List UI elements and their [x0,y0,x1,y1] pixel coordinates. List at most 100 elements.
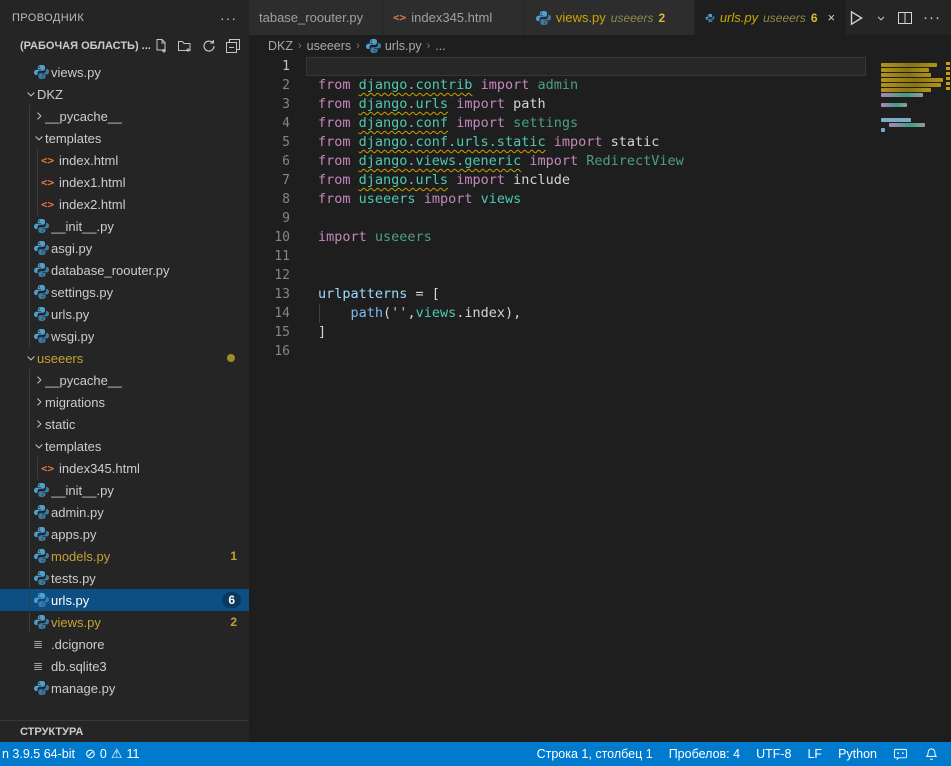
py-icon [33,482,49,498]
explorer-more-actions-icon[interactable]: ··· [220,10,237,26]
code-line-9[interactable]: 9 [249,209,951,228]
breadcrumb-item--[interactable]: ... [435,39,445,53]
line-number: 2 [249,76,290,95]
code-line-12[interactable]: 12 [249,266,951,285]
tree-item-label: static [45,417,75,432]
outline-section-header[interactable]: СТРУКТУРА [0,720,249,742]
code-token [448,115,456,131]
tree-item-label: urls.py [51,593,89,608]
overview-ruler[interactable] [945,56,951,742]
tree-item-label: database_roouter.py [51,263,170,278]
breadcrumb-separator: › [296,40,304,52]
tree-item-dkz[interactable]: DKZ [0,83,249,105]
new-folder-icon [177,38,193,54]
code-line-8[interactable]: 8from useeers import views [249,190,951,209]
code-token: import [456,96,505,112]
tree-item-wsgi-py[interactable]: wsgi.py [0,325,249,347]
code-line-10[interactable]: 10import useeers [249,228,951,247]
minimap-line [889,123,925,127]
status-eol[interactable]: LF [807,747,822,761]
tree-item-migrations[interactable]: migrations [0,391,249,413]
collapse-all-button[interactable] [225,38,241,54]
run-button[interactable] [847,9,865,27]
breadcrumb-label: urls.py [385,39,422,53]
close-icon[interactable]: × [827,10,837,25]
code-line-13[interactable]: 13urlpatterns = [ [249,285,951,304]
code-line-15[interactable]: 15] [249,323,951,342]
code-line-14[interactable]: 14 path('',views.index), [249,304,951,323]
tree-item-templates[interactable]: templates [0,435,249,457]
code-line-5[interactable]: 5from django.conf.urls.static import sta… [249,133,951,152]
refresh-button[interactable] [201,38,217,54]
tree-item-admin-py[interactable]: admin.py [0,501,249,523]
tree-item--pycache-[interactable]: __pycache__ [0,105,249,127]
bell-button[interactable] [924,747,939,762]
tree-item--dcignore[interactable]: ≣.dcignore [0,633,249,655]
line-number: 8 [249,190,290,209]
tree-item-urls-py[interactable]: urls.py6 [0,589,249,611]
breadcrumb-item-useeers[interactable]: useeers [307,39,351,53]
tree-item-db-sqlite3[interactable]: ≣db.sqlite3 [0,655,249,677]
code-line-7[interactable]: 7from django.urls import include [249,171,951,190]
code-line-11[interactable]: 11 [249,247,951,266]
code-line-6[interactable]: 6from django.views.generic import Redire… [249,152,951,171]
run-dropdown[interactable] [875,12,887,24]
outline-section-label: СТРУКТУРА [20,726,83,738]
code-editor[interactable]: 12from django.contrib import admin3from … [249,56,951,742]
tree-item-models-py[interactable]: models.py1 [0,545,249,567]
tree-item-views-py[interactable]: views.py2 [0,611,249,633]
tree-item-useeers[interactable]: useeers [0,347,249,369]
workspace-section-header[interactable]: (РАБОЧАЯ ОБЛАСТЬ) ... [0,35,249,57]
tree-item-static[interactable]: static [0,413,249,435]
tab-tabase-roouter-py[interactable]: tabase_roouter.py [249,0,383,35]
code-token: import [481,77,530,93]
tree-item-apps-py[interactable]: apps.py [0,523,249,545]
new-folder-button[interactable] [177,38,193,54]
tree-item-views-py[interactable]: views.py [0,61,249,83]
tree-item-asgi-py[interactable]: asgi.py [0,237,249,259]
status-indentation[interactable]: Пробелов: 4 [669,747,740,761]
split-icon [897,10,913,26]
code-line-3[interactable]: 3from django.urls import path [249,95,951,114]
status-bar: n 3.9.5 64-bit ⊘ 0 ⚠ 11 Строка 1, столбе… [0,742,951,766]
tree-item--init-py[interactable]: __init__.py [0,479,249,501]
tab-views-py[interactable]: views.pyuseeers2 [525,0,695,35]
tree-item--pycache-[interactable]: __pycache__ [0,369,249,391]
tab-index345-html[interactable]: <>index345.html [383,0,525,35]
status-language-mode[interactable]: Python [838,747,877,761]
python-interpreter-status[interactable]: n 3.9.5 64-bit [2,747,75,761]
tree-item-settings-py[interactable]: settings.py [0,281,249,303]
tree-item-label: useeers [37,351,83,366]
tree-item-manage-py[interactable]: manage.py [0,677,249,699]
code-line-4[interactable]: 4from django.conf import settings [249,114,951,133]
line-number: 11 [249,247,290,266]
code-token: path [505,96,546,112]
tree-item-label: index1.html [59,175,125,190]
code-line-2[interactable]: 2from django.contrib import admin [249,76,951,95]
more-actions-button[interactable]: ··· [923,9,941,26]
warning-count: 11 [126,747,139,761]
code-token: django.urls [359,172,448,188]
problems-status[interactable]: ⊘ 0 ⚠ 11 [85,746,140,762]
tab-urls-py[interactable]: urls.pyuseeers6× [695,0,847,35]
status-cursor-position[interactable]: Строка 1, столбец 1 [537,747,653,761]
minimap[interactable] [879,56,945,176]
new-file-button[interactable] [153,38,169,54]
breadcrumb-item-dkz[interactable]: DKZ [268,39,293,53]
tree-item--init-py[interactable]: __init__.py [0,215,249,237]
tree-item-templates[interactable]: templates [0,127,249,149]
status-encoding[interactable]: UTF-8 [756,747,791,761]
split-editor-button[interactable] [897,10,913,26]
tree-item-database-roouter-py[interactable]: database_roouter.py [0,259,249,281]
breadcrumb-item-urls-py[interactable]: urls.py [365,38,422,54]
feedback-button[interactable] [893,747,908,762]
tree-item-tests-py[interactable]: tests.py [0,567,249,589]
code-line-16[interactable]: 16 [249,342,951,361]
tree-item-urls-py[interactable]: urls.py [0,303,249,325]
code-line-1[interactable]: 1 [249,57,951,76]
py-icon [33,328,49,344]
tree-item-label: urls.py [51,307,89,322]
line-number: 3 [249,95,290,114]
py-icon [33,218,49,234]
code-token: static [603,134,660,150]
